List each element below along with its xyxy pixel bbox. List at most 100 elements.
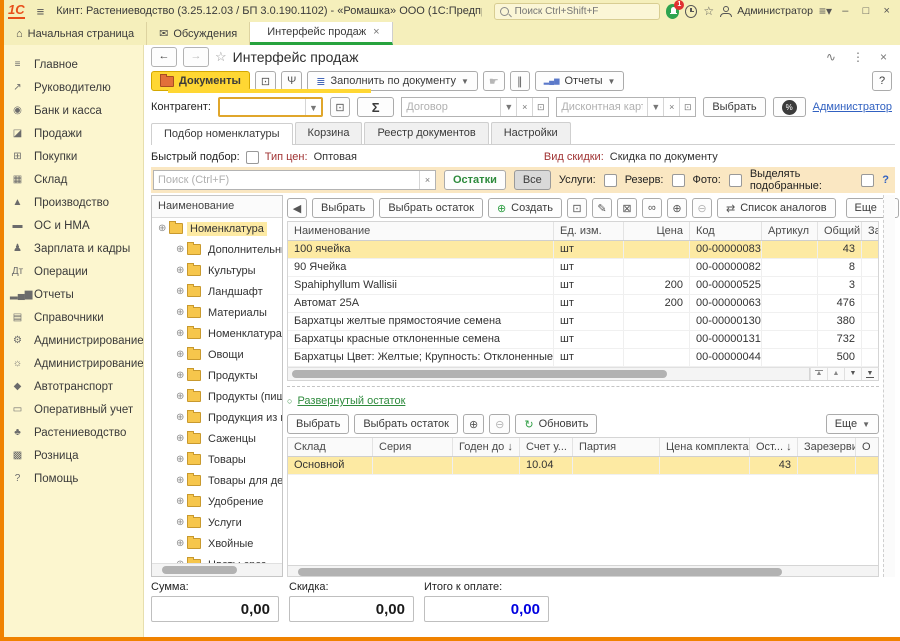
sum-field[interactable] <box>151 596 279 622</box>
column-header[interactable]: Счет у... <box>520 438 573 456</box>
service-settings-icon[interactable]: ≡▾ <box>819 4 832 18</box>
edit-button[interactable]: ✎ <box>592 198 612 218</box>
favorites-icon[interactable]: ☆ <box>703 5 714 17</box>
column-header[interactable]: Ост... ↓ <box>750 438 798 456</box>
sidebar-item[interactable]: ◉ Банк и касса <box>10 99 143 122</box>
open-icon[interactable]: ⊡ <box>679 98 695 116</box>
table-row[interactable]: Бархатцы Цвет: Желтые; Крупность: Отклон… <box>288 349 878 367</box>
total-due-field[interactable] <box>424 596 549 622</box>
expand-icon[interactable] <box>176 538 187 549</box>
expand-icon[interactable] <box>176 475 187 486</box>
window-tab[interactable]: ⌂ Начальная страница × <box>4 22 147 45</box>
expand-icon[interactable] <box>176 349 187 360</box>
item-search-combo[interactable]: × <box>153 170 436 190</box>
choose-button[interactable]: Выбрать <box>703 97 765 117</box>
services-checkbox[interactable] <box>604 174 617 187</box>
sidebar-item[interactable]: ◆ Автотранспорт <box>10 375 143 398</box>
tree-item[interactable]: Продукты (пищ <box>152 386 282 407</box>
responsible-user-link[interactable]: Администратор <box>813 101 892 113</box>
form-tab[interactable]: Корзина <box>295 122 363 144</box>
discount-button[interactable]: % <box>773 97 806 117</box>
go-last-icon[interactable]: ▼ <box>861 368 878 380</box>
sidebar-item[interactable]: ♣ Растениеводство <box>10 421 143 444</box>
scrollbar-thumb[interactable] <box>162 566 237 574</box>
hand-pick-button[interactable]: ☛ <box>483 71 505 91</box>
go-up-icon[interactable]: ▲ <box>827 368 844 380</box>
table-row[interactable]: Основной 10.04 43 <box>288 457 878 475</box>
table-row[interactable]: Бархатцы красные отклоненные семена шт 0… <box>288 331 878 349</box>
close-tab-icon[interactable]: × <box>373 26 379 38</box>
documents-button[interactable]: Документы <box>151 71 250 91</box>
open-icon[interactable]: ⊡ <box>532 98 548 116</box>
column-header[interactable]: Годен до ↓ <box>453 438 520 456</box>
tree-item[interactable]: Товары <box>152 449 282 470</box>
column-header[interactable]: Серия <box>373 438 453 456</box>
column-header[interactable]: Ед. изм. <box>554 222 624 240</box>
sidebar-item[interactable]: ▦ Склад <box>10 168 143 191</box>
sidebar-item[interactable]: ▭ Оперативный учет <box>10 398 143 421</box>
rest-zoom-out-button[interactable]: ⊖ <box>489 414 510 434</box>
zoom-out-button[interactable]: ⊖ <box>692 198 712 218</box>
maximize-button[interactable]: □ <box>859 5 874 17</box>
expand-icon[interactable] <box>158 223 169 234</box>
column-header[interactable]: Общий ... <box>818 222 862 240</box>
counterparty-open-button[interactable]: ⊡ <box>330 97 350 117</box>
chevron-down-icon[interactable]: ▼ <box>647 98 663 116</box>
column-header[interactable]: Артикул <box>762 222 818 240</box>
clear-icon[interactable]: × <box>419 171 435 189</box>
contract-combo[interactable]: ▼ × ⊡ <box>401 97 549 117</box>
tree-item[interactable]: Саженцы <box>152 428 282 449</box>
chevron-down-icon[interactable]: ▼ <box>500 98 516 116</box>
sidebar-item[interactable]: ⊞ Покупки <box>10 145 143 168</box>
back-button[interactable]: ← <box>151 47 177 67</box>
notifications-icon[interactable]: 1 <box>666 4 680 19</box>
rest-filter-button[interactable]: Остатки <box>444 170 506 190</box>
column-header[interactable]: Код <box>690 222 762 240</box>
photo-checkbox[interactable] <box>729 174 742 187</box>
vertical-scrollbar[interactable] <box>883 195 895 577</box>
tree-item[interactable]: Дополнительны <box>152 239 282 260</box>
tree-item[interactable]: Удобрение <box>152 491 282 512</box>
column-header[interactable]: Зарезерви... <box>798 438 856 456</box>
tree-item[interactable]: Продукция из г <box>152 407 282 428</box>
scales-button[interactable]: Ψ <box>281 71 302 91</box>
copy-item-button[interactable]: ⊡ <box>567 198 587 218</box>
search-help-link[interactable]: ? <box>882 174 889 186</box>
clear-icon[interactable]: × <box>663 98 679 116</box>
tree-item[interactable]: Культуры <box>152 260 282 281</box>
expand-icon[interactable] <box>176 454 187 465</box>
price-type-value[interactable]: Оптовая <box>314 151 357 163</box>
discount-card-input[interactable] <box>557 101 647 113</box>
sidebar-item[interactable]: ⚙ Администрирование <box>10 329 143 352</box>
clear-icon[interactable]: × <box>516 98 532 116</box>
tree-horizontal-scrollbar[interactable] <box>152 563 282 576</box>
expand-icon[interactable] <box>176 517 187 528</box>
sidebar-item[interactable]: ▩ Розница <box>10 444 143 467</box>
table-row[interactable]: 90 Ячейка шт 00-00000082 8 <box>288 259 878 277</box>
discount-kind-value[interactable]: Скидка по документу <box>610 151 718 163</box>
column-header[interactable]: Партия <box>573 438 660 456</box>
tree-item[interactable]: Материалы <box>152 302 282 323</box>
rest-zoom-in-button[interactable]: ⊕ <box>463 414 484 434</box>
close-window-button[interactable]: × <box>879 5 894 17</box>
expand-icon[interactable] <box>176 286 187 297</box>
tree-item[interactable]: Ландшафт <box>152 281 282 302</box>
table-row[interactable]: 100 ячейка шт 00-00000083 43 <box>288 241 878 259</box>
select-button[interactable]: Выбрать <box>312 198 374 218</box>
highlight-checkbox[interactable] <box>861 174 874 187</box>
refresh-button[interactable]: ↻ Обновить <box>515 414 597 434</box>
form-tab[interactable]: Реестр документов <box>364 122 488 144</box>
mark-delete-button[interactable]: ⊠ <box>617 198 637 218</box>
tree-header[interactable]: Наименование <box>152 196 282 218</box>
chevron-down-icon[interactable]: ▼ <box>305 99 321 115</box>
go-down-icon[interactable]: ▼ <box>844 368 861 380</box>
sidebar-item[interactable]: ≡ Главное <box>10 53 143 76</box>
tree-item[interactable]: Услуги <box>152 512 282 533</box>
expanded-rest-link[interactable]: Развернутый остаток <box>297 395 405 407</box>
tree-item[interactable]: Овощи <box>152 344 282 365</box>
sidebar-item[interactable]: ♟ Зарплата и кадры <box>10 237 143 260</box>
sidebar-item[interactable]: ◪ Продажи <box>10 122 143 145</box>
counterparty-input[interactable] <box>220 101 305 113</box>
get-link-icon[interactable]: ∿ <box>821 50 841 64</box>
scrollbar-thumb[interactable] <box>292 370 667 378</box>
